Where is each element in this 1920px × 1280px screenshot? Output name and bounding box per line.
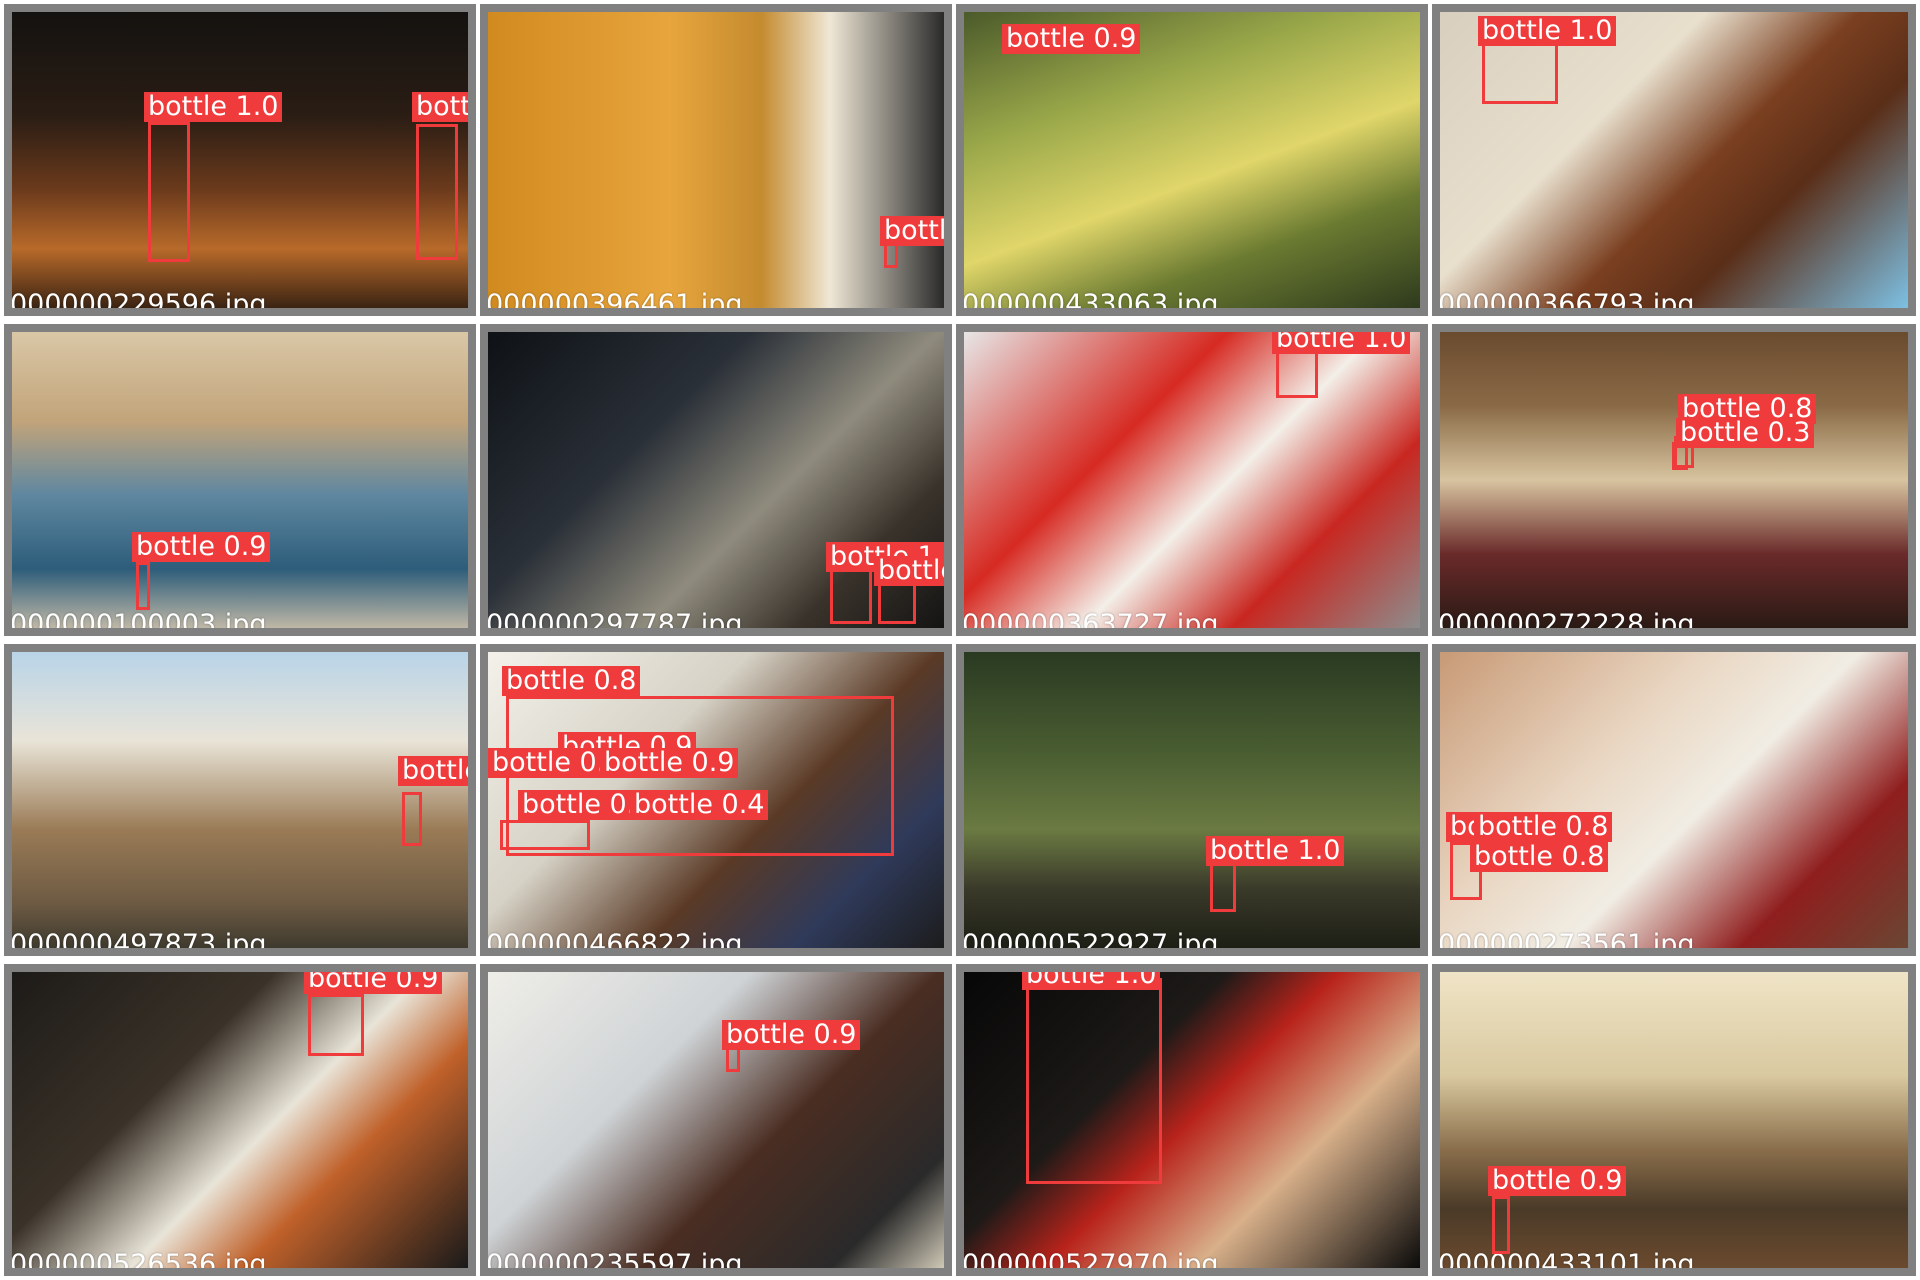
image-filename: 000000526536.jpg [10,1249,267,1276]
image-filename: 000000396461.jpg [486,289,743,316]
tile-7[interactable]: bottle 0.8 bottle 0.3 000000272228.jpg [1432,324,1916,636]
bottle-box [308,994,364,1056]
tile-image [1440,652,1908,948]
tile-image [488,972,944,1268]
bottle-label: bottle 1.0 [1478,16,1617,46]
image-filename: 000000527970.jpg [962,1249,1219,1276]
tile-image [964,332,1420,628]
bottle-label: bottle 0.8 [1470,842,1609,872]
bottle-label: bottle 1.0 [412,92,468,122]
tile-image [1440,332,1908,628]
bottle-label: bottle 0.3 [1676,418,1815,448]
bottle-label: bottle 0.9 [600,748,739,778]
tile-5[interactable]: bottle 1.0 bottle 0.9 000000297787.jpg [480,324,952,636]
bottle-label: bottle 0.9 [132,532,271,562]
tile-4[interactable]: bottle 0.9 000000100003.jpg [4,324,476,636]
bottle-box [136,562,150,610]
bottle-box [416,124,458,260]
tile-image [488,12,944,308]
bottle-label: bottle 1.0 [1022,972,1161,990]
detection-grid: bottle 1.0 bottle 1.0 000000229596.jpg b… [0,0,1920,1280]
tile-10[interactable]: bottle 1.0 000000522927.jpg [956,644,1428,956]
tile-12[interactable]: bottle 0.9 000000526536.jpg [4,964,476,1276]
tile-image [964,12,1420,308]
bottle-box [1482,40,1558,104]
image-filename: 000000235597.jpg [486,1249,743,1276]
tile-9[interactable]: bottle 0.8 bottle 0.9 bottle 0.4 bottle … [480,644,952,956]
bottle-label: bottle 0.8 [502,666,641,696]
bottle-label: bottle 0.8 [1474,812,1613,842]
bottle-label: bottle 1.0 [144,92,283,122]
tile-1[interactable]: bottle 0.8 000000396461.jpg [480,4,952,316]
tile-image [12,332,468,628]
bottle-label: bottle 0.8 [880,216,944,246]
image-filename: 000000433101.jpg [1438,1249,1695,1276]
image-filename: 000000363727.jpg [962,609,1219,636]
image-filename: 000000497873.jpg [10,929,267,956]
image-filename: 000000433063.jpg [962,289,1219,316]
bottle-label: bottle 0.9 [304,972,443,994]
image-filename: 000000272228.jpg [1438,609,1695,636]
bottle-label: bottle 0.9 [722,1020,861,1050]
bottle-label: bottle 1.0 [398,756,468,786]
image-filename: 000000366793.jpg [1438,289,1695,316]
image-filename: 000000229596.jpg [10,289,267,316]
tile-image [12,652,468,948]
bottle-label: bottle 0.9 [874,556,944,586]
tile-image [1440,972,1908,1268]
image-filename: 000000466822.jpg [486,929,743,956]
tile-11[interactable]: bottle 0.8 bottle 0.8 bottle 0.8 0000002… [1432,644,1916,956]
bottle-label: bottle 1.0 [1206,836,1345,866]
bottle-box [402,792,422,846]
bottle-box [148,122,190,262]
bottle-label: bottle 0.9 [1002,24,1141,54]
bottle-box [1492,1196,1510,1254]
bottle-box [1026,978,1162,1184]
image-filename: 000000100003.jpg [10,609,267,636]
bottle-label: bottle 0.4 [630,790,769,820]
bottle-label: bottle 1.0 [1272,332,1411,354]
tile-6[interactable]: bottle 1.0 000000363727.jpg [956,324,1428,636]
bottle-box [830,564,872,624]
bottle-box [500,820,590,850]
image-filename: 000000522927.jpg [962,929,1219,956]
tile-2[interactable]: bottle 0.9 000000433063.jpg [956,4,1428,316]
tile-3[interactable]: bottle 1.0 000000366793.jpg [1432,4,1916,316]
image-filename: 000000273561.jpg [1438,929,1695,956]
tile-13[interactable]: bottle 0.9 000000235597.jpg [480,964,952,1276]
bottle-box [1210,862,1236,912]
tile-image [12,972,468,1268]
bottle-label: bottle 0.9 [1488,1166,1627,1196]
tile-15[interactable]: bottle 0.9 000000433101.jpg [1432,964,1916,1276]
tile-image [964,652,1420,948]
image-filename: 000000297787.jpg [486,609,743,636]
tile-8[interactable]: bottle 1.0 000000497873.jpg [4,644,476,956]
tile-0[interactable]: bottle 1.0 bottle 1.0 000000229596.jpg [4,4,476,316]
tile-14[interactable]: bottle 1.0 000000527970.jpg [956,964,1428,1276]
tile-image [12,12,468,308]
